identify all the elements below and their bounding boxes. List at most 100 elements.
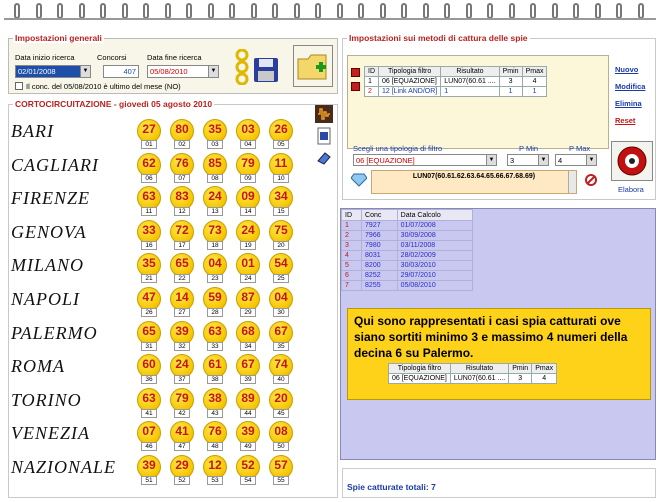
spy-row-up-icon[interactable] — [351, 68, 360, 77]
spiral-ring — [121, 3, 128, 19]
lotto-number: 39 — [175, 323, 189, 338]
lotto-number: 34 — [274, 189, 288, 204]
position-tag: 12 — [174, 207, 190, 217]
annotation-cell-pmax: 4 — [531, 373, 558, 384]
document-icon[interactable] — [316, 127, 332, 145]
position-tag: 47 — [174, 442, 190, 452]
position-tag: 49 — [240, 442, 256, 452]
pmin-select[interactable]: 3 ▼ — [507, 154, 549, 166]
end-date-value: 05/08/2010 — [150, 67, 188, 76]
spy-table-row[interactable]: 2 12 [Link AND/OR] 1 1 1 — [364, 86, 548, 97]
annotation-header: Pmax — [531, 363, 558, 374]
save-button[interactable] — [235, 47, 281, 89]
spiral-ring — [229, 3, 235, 19]
filter-type-select[interactable]: 06 [EQUAZIONE] ▼ — [353, 154, 497, 166]
spiral-ring — [186, 3, 192, 19]
spy-table-header: Tipologia filtro — [377, 66, 442, 77]
elimina-button[interactable]: Elimina — [615, 99, 642, 108]
cortocircuitazione-title: CORTOCIRCUITAZIONE - giovedì 05 agosto 2… — [13, 99, 215, 109]
sound-wave-icon[interactable] — [315, 105, 333, 123]
lotto-number: 09 — [241, 189, 255, 204]
spiral-ring — [573, 3, 579, 19]
lotto-number: 35 — [142, 256, 156, 271]
lotto-number: 52 — [241, 458, 255, 472]
end-date-input[interactable]: 05/08/2010 ▼ — [147, 65, 219, 78]
spiral-ring — [379, 3, 386, 19]
lotto-number: 04 — [208, 256, 222, 271]
history-row[interactable]: 1 7927 01/07/2008 — [340, 220, 474, 231]
elabora-gear-icon — [617, 146, 647, 176]
spiral-ring — [594, 3, 601, 19]
lotto-number: 63 — [142, 390, 156, 405]
lotto-number: 68 — [241, 323, 255, 338]
pmax-dropdown-icon[interactable]: ▼ — [586, 155, 596, 165]
position-tag: 34 — [240, 341, 256, 351]
position-tag: 24 — [240, 274, 256, 284]
lotto-number: 89 — [241, 390, 255, 405]
city-label: TORINO — [11, 389, 82, 410]
history-cell-id: 4 — [340, 250, 363, 261]
pmax-select[interactable]: 4 ▼ — [555, 154, 597, 166]
pmin-dropdown-icon[interactable]: ▼ — [538, 155, 548, 165]
position-tag: 27 — [174, 308, 190, 317]
modifica-button[interactable]: Modifica — [615, 82, 645, 91]
last-of-month-checkbox[interactable] — [15, 82, 23, 90]
position-tag: 13 — [207, 207, 223, 217]
start-date-value: 02/01/2008 — [18, 67, 56, 76]
start-date-input[interactable]: 02/01/2008 ▼ — [15, 65, 91, 78]
history-row[interactable]: 5 8200 30/03/2010 — [340, 260, 474, 271]
position-tag: 23 — [207, 274, 223, 284]
city-label: FIRENZE — [11, 188, 90, 209]
lotto-number: 79 — [175, 390, 189, 405]
end-date-dropdown-icon[interactable]: ▼ — [208, 66, 218, 77]
spiral-ring — [401, 3, 407, 19]
history-cell-id: 5 — [340, 260, 363, 271]
annotation-cell-tipo: 06 [EQUAZIONE] — [388, 373, 451, 384]
spy-table-header: Pmax — [521, 66, 548, 77]
pmin-value: 3 — [510, 156, 515, 165]
stop-icon[interactable] — [585, 174, 597, 186]
lotto-number: 67 — [241, 357, 255, 372]
reset-button[interactable]: Reset — [615, 116, 635, 125]
history-row[interactable]: 2 7966 30/09/2008 — [340, 230, 474, 241]
city-label: GENOVA — [11, 221, 87, 242]
history-row[interactable]: 4 8031 28/02/2009 — [340, 250, 474, 261]
history-cell-data: 29/07/2010 — [396, 270, 474, 281]
history-header: ID — [340, 209, 363, 221]
spy-table-row[interactable]: 1 06 [EQUAZIONE] LUN07(60.61 .... 3 4 — [364, 76, 548, 87]
add-folder-button[interactable] — [293, 45, 333, 87]
position-tag: 07 — [174, 173, 190, 183]
lotto-number: 29 — [175, 458, 189, 472]
concorsi-input[interactable]: 407 — [103, 65, 139, 78]
history-row[interactable]: 7 8255 05/08/2010 — [340, 280, 474, 291]
history-cell-id: 6 — [340, 270, 363, 281]
position-tag: 31 — [141, 341, 157, 351]
spy-methods-legend: Impostazioni sui metodi di cattura delle… — [347, 33, 530, 43]
formula-box: LUN07(60.61.62.63.64.65.66.67.68.69) — [371, 170, 577, 194]
formula-scrollbar[interactable] — [568, 171, 576, 193]
spy-cell-id: 2 — [364, 86, 379, 97]
spy-table-header: Pmin — [498, 66, 523, 77]
nuovo-button[interactable]: Nuovo — [615, 65, 638, 74]
filter-type-dropdown-icon[interactable]: ▼ — [486, 155, 496, 165]
position-tag: 01 — [141, 140, 157, 149]
elabora-button[interactable] — [611, 141, 653, 181]
eraser-icon[interactable] — [316, 151, 332, 165]
position-tag: 52 — [174, 476, 190, 485]
lotto-number: 85 — [208, 155, 222, 170]
city-label: NAPOLI — [11, 289, 80, 309]
spy-methods-panel: Impostazioni sui metodi di cattura delle… — [342, 33, 656, 200]
spy-row-down-icon[interactable] — [351, 82, 360, 91]
pmax-value: 4 — [558, 156, 563, 165]
position-tag: 36 — [141, 375, 157, 385]
lotto-number: 39 — [142, 458, 156, 472]
history-row[interactable]: 3 7980 03/11/2008 — [340, 240, 474, 251]
history-row[interactable]: 6 8252 29/07/2010 — [340, 270, 474, 281]
lotto-number: 20 — [274, 390, 288, 405]
history-cell-conc: 8031 — [361, 250, 398, 261]
history-cell-data: 03/11/2008 — [396, 240, 474, 251]
lotto-number: 24 — [208, 189, 222, 204]
start-date-dropdown-icon[interactable]: ▼ — [80, 66, 90, 77]
history-cell-id: 1 — [340, 220, 363, 231]
position-tag: 25 — [273, 274, 289, 284]
